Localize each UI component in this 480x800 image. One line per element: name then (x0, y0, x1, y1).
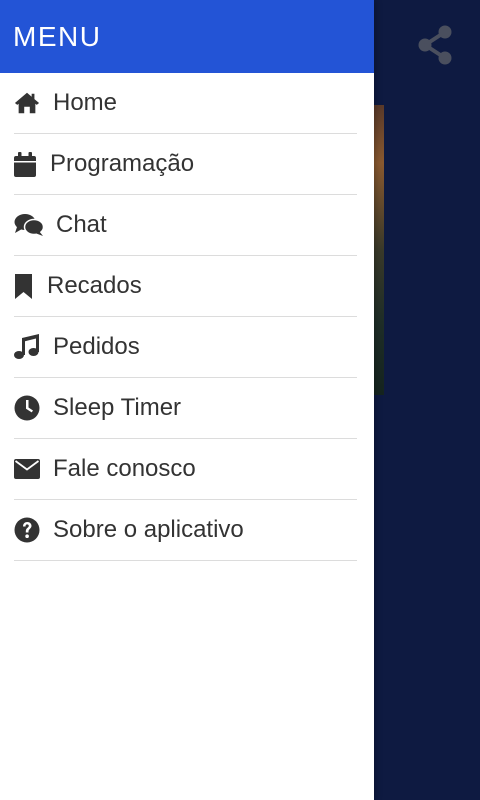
menu-item-sobre[interactable]: Sobre o aplicativo (14, 500, 357, 561)
menu-item-pedidos[interactable]: Pedidos (14, 317, 357, 378)
menu-item-sleep-timer[interactable]: Sleep Timer (14, 378, 357, 439)
drawer-header: MENU (0, 0, 374, 73)
menu-item-label: Programação (50, 150, 195, 177)
menu-item-label: Fale conosco (53, 455, 196, 482)
menu-item-label: Sleep Timer (53, 394, 182, 421)
menu-item-fale-conosco[interactable]: Fale conosco (14, 439, 357, 500)
menu-item-label: Pedidos (53, 333, 140, 360)
envelope-icon (14, 456, 40, 482)
menu-item-label: Sobre o aplicativo (53, 516, 244, 543)
chat-icon (14, 212, 44, 238)
bookmark-icon (14, 273, 34, 299)
menu-list: Home Programação Chat Recados Pedidos Sl… (0, 73, 374, 561)
music-note-icon (14, 334, 40, 360)
menu-item-home[interactable]: Home (14, 73, 357, 134)
calendar-icon (14, 151, 36, 177)
navigation-drawer: MENU Home Programação Chat Recados Pedid… (0, 0, 374, 800)
menu-item-label: Chat (56, 211, 107, 238)
menu-item-label: Home (53, 89, 118, 116)
menu-item-chat[interactable]: Chat (14, 195, 357, 256)
home-icon (14, 90, 40, 116)
menu-item-label: Recados (47, 272, 142, 299)
menu-item-recados[interactable]: Recados (14, 256, 357, 317)
menu-item-programacao[interactable]: Programação (14, 134, 357, 195)
app-screen: MENU Home Programação Chat Recados Pedid… (0, 0, 480, 800)
clock-icon (14, 395, 40, 421)
share-icon (417, 25, 453, 70)
drawer-title: MENU (13, 20, 102, 52)
share-button[interactable] (412, 24, 458, 70)
question-circle-icon (14, 517, 40, 543)
